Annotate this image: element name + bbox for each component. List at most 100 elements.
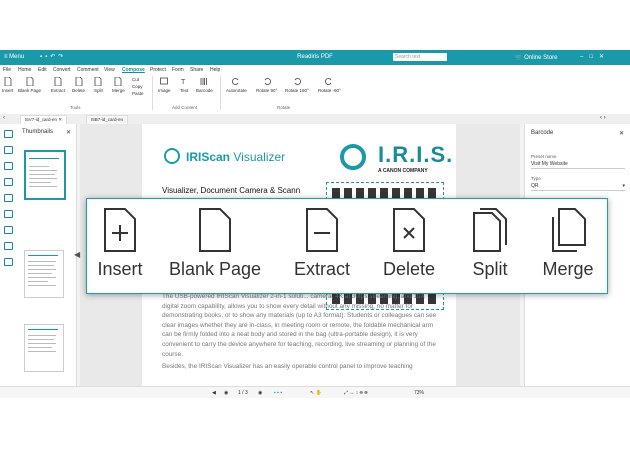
ribbon-image-button[interactable]: Image [158,77,171,93]
menu-protect[interactable]: Protect [150,67,166,73]
signatures-icon[interactable] [4,226,13,234]
rotate-icon [232,77,240,86]
page-indicator[interactable]: 1 / 3 [238,390,248,396]
menu-file[interactable]: File [3,67,11,73]
blank-page-label: Blank Page [168,259,262,279]
tab-nav-icon[interactable]: ‹ › [600,115,606,121]
compose-tools-overlay: Insert Blank Page Extract Delete Split M… [86,198,608,294]
delete-icon [75,76,83,87]
rotate-icon [293,77,301,86]
insert-label: Insert [97,259,143,279]
barcode-icon [200,77,208,86]
doc-tab-1[interactable]: I5V7-id_card-en ✕ [20,115,68,124]
overlay-merge-button[interactable]: Merge [535,207,601,280]
paste-button[interactable]: Paste [132,90,144,97]
type-label: Type [531,176,541,181]
bookmarks-icon[interactable] [4,146,13,154]
cut-button[interactable]: Cut [132,76,144,83]
menu-comment[interactable]: Comment [77,67,99,73]
ribbon-rotate180-button[interactable]: Rotate 180° [285,77,309,93]
blank-page-icon [199,208,231,252]
select-tool-icon[interactable]: ↖ ✋ [310,390,322,396]
preset-field[interactable]: Visit My Website [531,161,625,169]
ribbon-rotate-minus90-button[interactable]: Rotate -90° [318,77,341,93]
ribbon-insert-button[interactable]: Insert [2,76,13,93]
layers-icon[interactable] [4,242,13,250]
image-icon [160,77,169,86]
svg-text:T: T [181,79,186,86]
window-controls[interactable]: –□✕ [580,53,610,60]
menu-view[interactable]: View [104,67,115,73]
rotate-icon [325,77,333,86]
overlay-extract-button[interactable]: Extract [289,207,355,280]
online-store-link[interactable]: 🛒 Online Store [515,54,558,61]
prev-page-icon[interactable]: ◉ [224,390,228,396]
ribbon-autorotate-button[interactable]: Autorotate [226,77,247,93]
ribbon: Insert Blank Page Extract Delete Split M… [0,74,630,115]
menu-home[interactable]: Home [18,67,31,73]
collapse-panel-icon[interactable]: ◀ [74,250,80,259]
delete-label: Delete [382,259,436,279]
overlay-blank-page-button[interactable]: Blank Page [165,207,265,280]
overlay-delete-button[interactable]: Delete [379,207,439,280]
lock-icon[interactable] [4,258,13,266]
paragraph: Besides, the IRIScan Visualizer has an e… [162,363,413,371]
ribbon-split-button[interactable]: Split [94,76,103,93]
overlay-split-button[interactable]: Split [465,207,515,280]
barcode-panel-title: Barcode [531,130,554,136]
copy-button[interactable]: Copy [132,83,144,90]
ribbon-blank-page-button[interactable]: Blank Page [18,76,41,93]
menu-bar: File Home Edit Convert Comment View Comp… [0,65,630,74]
ribbon-delete-button[interactable]: Delete [72,76,85,93]
pages-icon[interactable] [4,178,13,186]
first-page-icon[interactable]: ◀ [212,390,216,396]
text-icon: T [180,77,188,86]
next-page-icon[interactable]: ◉ [258,390,262,396]
menu-share[interactable]: Share [190,67,203,73]
view-mode-icons[interactable]: ▪ ▪ ▪ [274,390,282,396]
preset-label: Preset name [531,154,557,159]
insert-icon [4,76,12,87]
extract-icon [54,76,62,87]
close-icon[interactable]: ✕ [66,129,71,136]
split-icon [94,76,102,87]
menu-chevron-icon[interactable]: ‹ [3,115,5,121]
comments-icon[interactable] [4,210,13,218]
search-input[interactable]: Search text [393,53,447,61]
type-select[interactable]: QR ▾ [531,183,625,191]
menu-help[interactable]: Help [210,67,220,73]
close-icon[interactable]: ✕ [619,130,624,137]
overlay-insert-button[interactable]: Insert [95,207,145,280]
group-label-rotate: Rotate [277,105,291,110]
iris-logo-icon [340,144,366,170]
ribbon-merge-button[interactable]: Merge [112,76,125,93]
ribbon-separator [220,76,221,110]
ribbon-extract-button[interactable]: Extract [51,76,65,93]
thumbnail-page-1[interactable] [24,150,66,200]
title-bar: ≡ Menu ▪▪↶↷ Readiris PDF Search text 🛒 O… [0,50,630,65]
iriscan-logo-icon [164,148,180,164]
thumbnail-page-3[interactable] [24,324,64,372]
thumbnail-page-2[interactable] [24,250,64,298]
ribbon-rotate90-button[interactable]: Rotate 90° [256,77,277,93]
thumbnails-panel: Thumbnails ✕ [16,124,77,386]
merge-icon [114,76,122,87]
zoom-tools-icon[interactable]: ⤢ ↔ ↕ ⊖ ⊕ [344,390,368,396]
doc-tab-2[interactable]: I5B7-id_card-en [86,115,129,124]
menu-form[interactable]: Form [172,67,184,73]
group-label-content: Add Content [172,105,198,110]
ribbon-text-button[interactable]: T Text [180,77,188,93]
thumbnails-icon[interactable] [4,130,13,138]
menu-convert[interactable]: Convert [53,67,71,73]
menu-edit[interactable]: Edit [38,67,47,73]
search-icon[interactable] [4,162,13,170]
ribbon-barcode-button[interactable]: Barcode [196,77,213,93]
zoom-level[interactable]: 73% [414,390,424,396]
menu-compose[interactable]: Compose [122,67,145,73]
iriscan-brand: IRIScan Visualizer [186,150,286,164]
status-bar: ◀ ◉ 1 / 3 ◉ ▪ ▪ ▪ ↖ ✋ ⤢ ↔ ↕ ⊖ ⊕ 73% [0,386,630,398]
rotate-icon [263,77,271,86]
merge-icon [552,208,586,252]
fields-icon[interactable] [4,194,13,202]
group-label-tools: Tools [70,105,81,110]
